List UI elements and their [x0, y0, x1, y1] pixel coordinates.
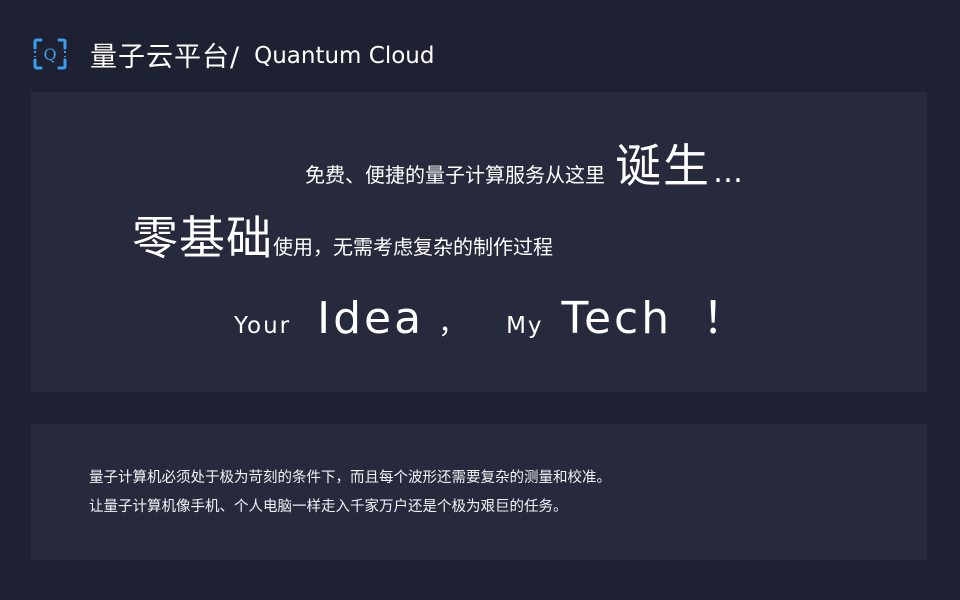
info-line-1: 量子计算机必须处于极为苛刻的条件下，而且每个波形还需要复杂的测量和校准。: [89, 470, 611, 486]
info-panel: 量子计算机必须处于极为苛刻的条件下，而且每个波形还需要复杂的测量和校准。 让量子…: [31, 424, 927, 560]
hero-line-1-emphasis: 诞生: [615, 139, 711, 193]
slogan-comma: ，: [438, 307, 467, 340]
slogan-tech: Tech: [561, 293, 673, 344]
hero-line-2-text: 使用，无需考虑复杂的制作过程: [273, 235, 553, 259]
hero-line-2: 零基础 使用，无需考虑复杂的制作过程: [132, 202, 553, 268]
hero-slogan: Your Idea ， My Tech ！: [234, 282, 749, 346]
hero-panel: 免费、便捷的量子计算服务从这里 诞生 … 零基础 使用，无需考虑复杂的制作过程 …: [31, 92, 927, 392]
slogan-exclaim: ！: [702, 293, 750, 344]
hero-line-2-emphasis: 零基础: [132, 211, 273, 265]
hero-line-1: 免费、便捷的量子计算服务从这里 诞生 …: [305, 130, 743, 196]
info-text: 量子计算机必须处于极为苛刻的条件下，而且每个波形还需要复杂的测量和校准。 让量子…: [89, 464, 611, 522]
hero-line-1-text: 免费、便捷的量子计算服务从这里: [305, 163, 605, 187]
app-title-cn: 量子云平台/: [90, 41, 241, 73]
slogan-your: Your: [234, 313, 292, 339]
info-line-2: 让量子计算机像手机、个人电脑一样走入千家万户还是个极为艰巨的任务。: [89, 499, 568, 515]
app-header: Q 量子云平台/ Quantum Cloud: [32, 34, 434, 74]
logo-letter: Q: [43, 45, 56, 64]
slogan-idea: Idea: [317, 293, 425, 344]
quantum-q-bracket-icon[interactable]: Q: [32, 36, 68, 72]
slogan-my: My: [506, 313, 544, 339]
app-title-en: Quantum Cloud: [254, 43, 435, 69]
hero-line-1-ellipsis: …: [713, 155, 743, 190]
